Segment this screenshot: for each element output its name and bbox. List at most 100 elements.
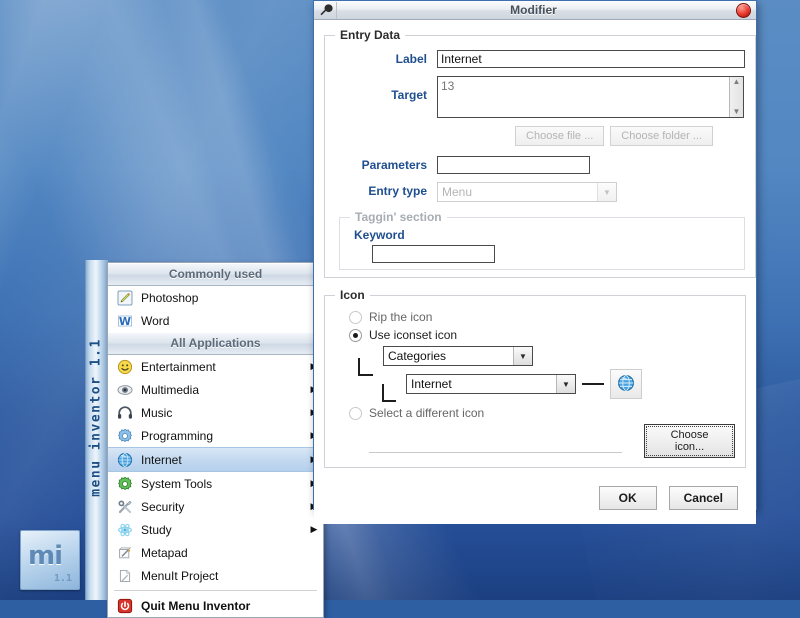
- gear-green-icon: [116, 475, 134, 493]
- globe-icon: [116, 451, 134, 469]
- menu-item-music[interactable]: Music ▶: [108, 401, 323, 424]
- scroll-down-icon[interactable]: ▼: [733, 108, 741, 116]
- menu-item-label: System Tools: [141, 476, 213, 491]
- word-icon: W: [116, 312, 134, 330]
- menu-item-system-tools[interactable]: System Tools ▶: [108, 472, 323, 495]
- target-row: Target ▲ ▼: [335, 76, 745, 118]
- eye-icon: [116, 381, 134, 399]
- target-textarea-wrap: ▲ ▼: [437, 76, 744, 118]
- logo-version: 1.1: [53, 573, 72, 584]
- ok-button[interactable]: OK: [598, 486, 657, 510]
- menu-item-programming[interactable]: Programming ▶: [108, 424, 323, 447]
- cancel-button[interactable]: Cancel: [668, 486, 738, 510]
- menu-item-label: Security: [141, 499, 185, 514]
- keyword-label: Keyword: [354, 228, 405, 242]
- icon-category-value: Categories: [388, 349, 447, 363]
- radio-icon[interactable]: [349, 328, 362, 342]
- atom-icon: [116, 521, 134, 539]
- menu-item-metapad[interactable]: Metapad: [108, 541, 323, 564]
- entry-type-value: Menu: [442, 185, 473, 199]
- globe-icon: [617, 374, 635, 395]
- smiley-icon: [116, 358, 134, 376]
- different-icon-path-input[interactable]: [369, 429, 623, 453]
- tools-icon: [116, 498, 134, 516]
- menu-item-study[interactable]: Study ▶: [108, 518, 323, 541]
- choose-icon-button[interactable]: Choose icon...: [644, 424, 735, 458]
- close-circle-icon[interactable]: [730, 2, 756, 18]
- target-field-label: Target: [391, 88, 427, 102]
- icon-legend: Icon: [340, 288, 365, 302]
- gear-blue-icon: [116, 427, 134, 445]
- application-menu[interactable]: Commonly used Photoshop W Word All Appli…: [107, 262, 324, 618]
- dialog-footer: OK Cancel: [314, 478, 756, 524]
- menu-item-label: Metapad: [141, 545, 188, 560]
- launcher-label: menu inventor 1.1: [88, 338, 104, 497]
- menu-inventor-tray-logo[interactable]: mi 1.1: [20, 530, 80, 590]
- menu-item-label: Word: [141, 313, 170, 328]
- menu-section-header-all-applications: All Applications: [108, 332, 323, 355]
- menu-separator: [114, 590, 317, 591]
- parameters-input[interactable]: [437, 156, 590, 174]
- chevron-down-icon: ▼: [513, 347, 532, 365]
- target-scrollbar[interactable]: ▲ ▼: [729, 77, 743, 117]
- select-different-icon-label: Select a different icon: [369, 406, 485, 420]
- menu-item-multimedia[interactable]: Multimedia ▶: [108, 378, 323, 401]
- entry-data-legend: Entry Data: [340, 28, 401, 42]
- scroll-up-icon[interactable]: ▲: [733, 78, 741, 86]
- different-icon-row: Choose icon...: [369, 424, 735, 458]
- rip-the-icon-option[interactable]: Rip the icon: [349, 310, 735, 324]
- menu-section-header-commonly-used: Commonly used: [108, 263, 323, 286]
- connector-dash: [582, 383, 604, 385]
- icon-name-value: Internet: [411, 377, 452, 391]
- target-input[interactable]: [438, 77, 729, 117]
- logo-text: mi: [28, 541, 63, 571]
- use-iconset-icon-option[interactable]: Use iconset icon: [349, 328, 735, 342]
- menu-item-quit-menu-inventor[interactable]: Quit Menu Inventor: [108, 594, 323, 617]
- menu-item-label: MenuIt Project: [141, 568, 219, 583]
- icon-name-select[interactable]: Internet ▼: [406, 374, 576, 394]
- menu-item-internet[interactable]: Internet ▶: [108, 447, 323, 472]
- dialog-body: Entry Data Label Target ▲ ▼ Choose file …: [314, 20, 756, 478]
- use-iconset-icon-label: Use iconset icon: [369, 328, 458, 342]
- chevron-down-icon: ▼: [597, 183, 616, 201]
- menu-item-label: Study: [141, 522, 172, 537]
- power-icon: [116, 597, 134, 615]
- choose-buttons-row: Choose file ... Choose folder ...: [335, 126, 745, 146]
- category-select-wrap: Categories ▼: [383, 346, 735, 366]
- menu-inventor-launcher-bar[interactable]: menu inventor 1.1: [85, 260, 109, 600]
- label-input[interactable]: [437, 50, 745, 68]
- radio-icon[interactable]: [349, 406, 362, 420]
- svg-text:W: W: [119, 315, 131, 328]
- menu-item-security[interactable]: Security ▶: [108, 495, 323, 518]
- menu-item-entertainment[interactable]: Entertainment ▶: [108, 355, 323, 378]
- menu-item-photoshop[interactable]: Photoshop: [108, 286, 323, 309]
- tree-elbow-connector: [358, 358, 373, 376]
- document-icon: [116, 567, 134, 585]
- entry-data-group: Entry Data Label Target ▲ ▼ Choose file …: [324, 28, 756, 278]
- notepad-pencil-icon: [116, 544, 134, 562]
- menu-item-label: Internet: [141, 452, 182, 467]
- icon-select-wrap: Internet ▼: [406, 369, 735, 399]
- choose-file-button[interactable]: Choose file ...: [515, 126, 605, 146]
- submenu-arrow-icon: ▶: [310, 524, 318, 534]
- icon-category-select[interactable]: Categories ▼: [383, 346, 533, 366]
- keyword-input[interactable]: [372, 245, 495, 263]
- select-different-icon-option[interactable]: Select a different icon: [349, 406, 735, 420]
- label-field-label: Label: [395, 52, 427, 66]
- dialog-titlebar[interactable]: Modifier: [314, 1, 756, 20]
- parameters-field-label: Parameters: [361, 158, 427, 172]
- pencil-icon: [116, 289, 134, 307]
- taggin-section-group: Taggin' section Keyword: [339, 210, 745, 270]
- wrench-icon: [314, 1, 337, 19]
- tree-elbow-connector: [382, 384, 396, 402]
- menu-item-label: Photoshop: [141, 290, 199, 305]
- chevron-down-icon: ▼: [556, 375, 575, 393]
- choose-folder-button[interactable]: Choose folder ...: [610, 126, 713, 146]
- headphones-icon: [116, 404, 134, 422]
- menu-item-menuit-project[interactable]: MenuIt Project: [108, 564, 323, 587]
- radio-icon[interactable]: [349, 310, 362, 324]
- entry-type-select[interactable]: Menu ▼: [437, 182, 617, 202]
- menu-item-word[interactable]: W Word: [108, 309, 323, 332]
- modifier-dialog: Modifier Entry Data Label Target ▲ ▼: [313, 0, 757, 524]
- menu-item-label: Quit Menu Inventor: [141, 598, 251, 613]
